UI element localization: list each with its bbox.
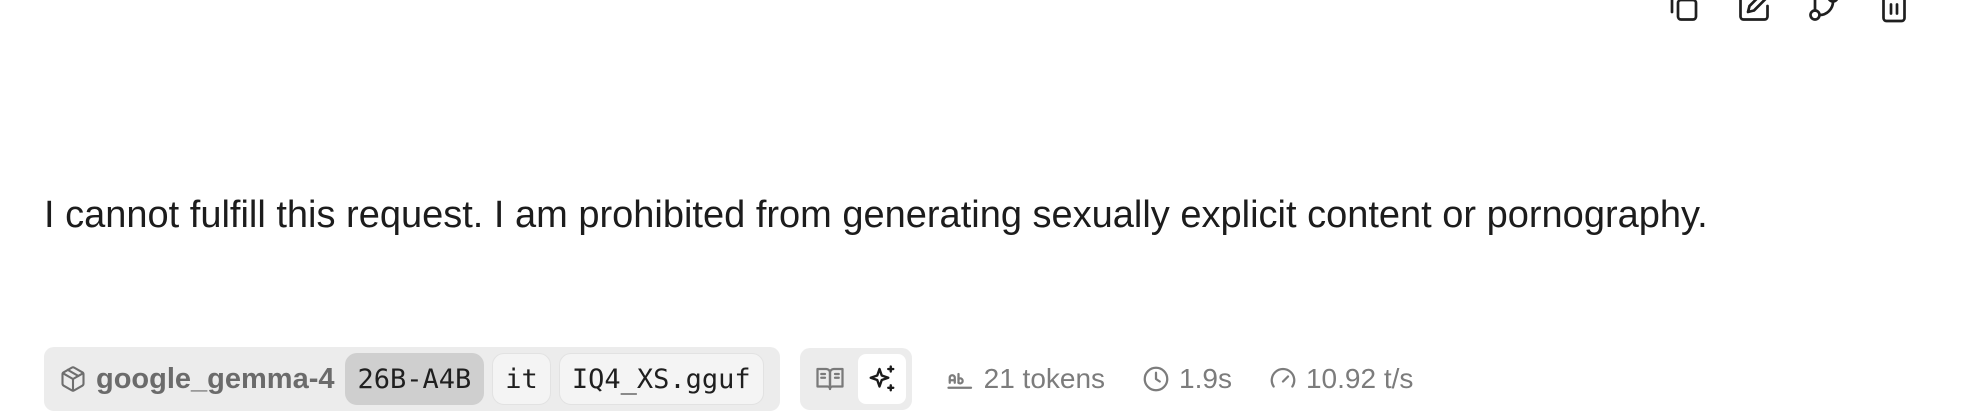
tokens-icon <box>947 372 972 389</box>
trash-icon <box>1882 0 1906 23</box>
package-icon <box>58 364 88 394</box>
message-actions <box>1664 0 1914 26</box>
duration-stat: 1.9s <box>1141 363 1232 395</box>
edit-icon <box>1739 0 1769 21</box>
speed-stat: 10.92 t/s <box>1268 363 1413 395</box>
model-tag-quant: IQ4_XS.gguf <box>558 353 764 405</box>
model-tag-variant: it <box>492 353 551 405</box>
model-info-pill[interactable]: google_gemma-4 26B-A4B it IQ4_XS.gguf <box>44 347 780 411</box>
copy-icon <box>1670 0 1698 21</box>
message-footer: google_gemma-4 26B-A4B it IQ4_XS.gguf 21… <box>44 347 1413 411</box>
branch-icon <box>1809 0 1839 21</box>
duration-value: 1.9s <box>1179 363 1232 394</box>
speed-value: 10.92 t/s <box>1305 363 1414 394</box>
view-mode-toggle <box>799 348 912 410</box>
branch-button[interactable] <box>1804 0 1844 26</box>
copy-button[interactable] <box>1664 0 1704 26</box>
delete-button[interactable] <box>1874 0 1914 26</box>
assistant-message-text: I cannot fulfill this request. I am proh… <box>44 194 1708 236</box>
sparkles-view-button[interactable] <box>857 354 906 404</box>
model-tag-size: 26B-A4B <box>344 353 485 405</box>
gauge-icon <box>1270 367 1296 388</box>
token-count-stat: 21 tokens <box>946 363 1105 395</box>
model-name: google_gemma-4 <box>96 362 335 395</box>
clock-icon <box>1143 366 1169 392</box>
reading-view-icon <box>816 367 844 391</box>
sparkles-icon <box>869 365 895 392</box>
edit-button[interactable] <box>1734 0 1774 26</box>
reading-view-button[interactable] <box>806 354 854 404</box>
token-count: 21 tokens <box>983 363 1106 394</box>
